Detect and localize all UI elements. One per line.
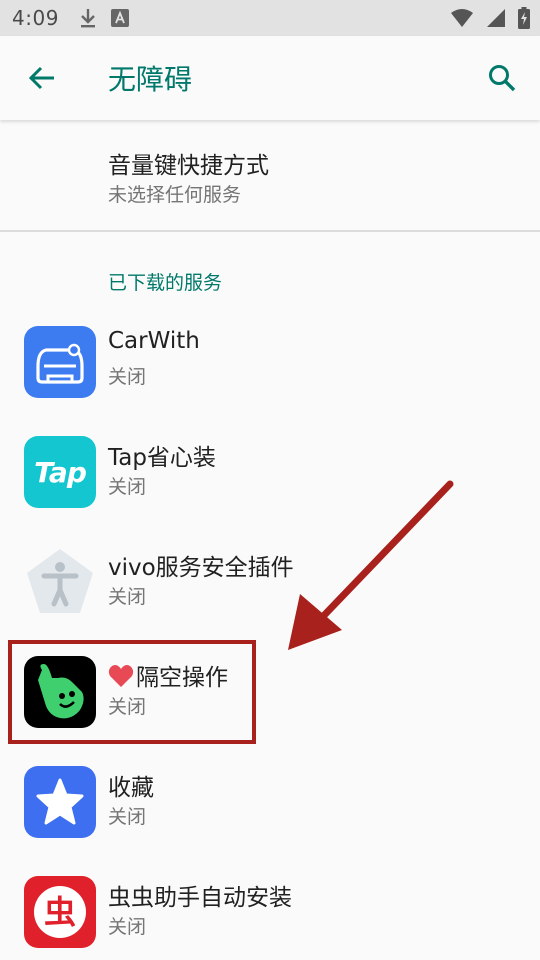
- service-name: CarWith: [108, 328, 200, 354]
- service-item-favorites[interactable]: 收藏 关闭: [0, 750, 540, 860]
- carwith-app-icon: [24, 326, 96, 398]
- service-name: vivo服务安全插件: [108, 555, 294, 581]
- service-status: 关闭: [108, 366, 147, 388]
- search-button[interactable]: [486, 62, 518, 94]
- chongchong-icon-label: 虫: [43, 893, 76, 931]
- wifi-icon: [450, 8, 474, 28]
- service-status: 关闭: [108, 916, 147, 938]
- arrow-back-icon: [28, 66, 54, 90]
- status-bar: 4:09: [0, 0, 540, 36]
- service-status: 关闭: [108, 586, 147, 608]
- tap-icon-label: Tap: [34, 455, 87, 489]
- service-item-carwith[interactable]: CarWith 关闭: [0, 310, 540, 420]
- service-name: 虫虫助手自动安装: [108, 885, 292, 911]
- status-time: 4:09: [12, 6, 59, 30]
- app-bar: 无障碍: [0, 36, 540, 120]
- tap-app-icon: Tap: [24, 436, 96, 508]
- chongchong-app-icon: 虫: [24, 876, 96, 948]
- annotation-arrow-icon: [288, 480, 454, 650]
- download-icon: [79, 8, 97, 28]
- service-status: 关闭: [108, 476, 147, 498]
- cell-signal-icon: [486, 8, 506, 28]
- service-item-chongchong[interactable]: 虫 虫虫助手自动安装 关闭: [0, 860, 540, 960]
- shortcut-subtitle: 未选择任何服务: [108, 184, 242, 206]
- page-title: 无障碍: [108, 63, 193, 96]
- service-status: 关闭: [108, 806, 147, 828]
- shortcut-title: 音量键快捷方式: [108, 153, 269, 179]
- text-a-icon: [110, 9, 129, 27]
- service-name: Tap省心装: [108, 445, 216, 471]
- volume-shortcut-item[interactable]: 音量键快捷方式 未选择任何服务: [0, 130, 540, 230]
- search-icon: [489, 65, 516, 92]
- star-app-icon: [24, 766, 96, 838]
- highlight-box: [8, 640, 256, 744]
- divider: [0, 230, 540, 232]
- service-name: 收藏: [108, 775, 154, 801]
- accessibility-app-icon: [24, 546, 96, 618]
- battery-charging-icon: [518, 7, 530, 29]
- back-button[interactable]: [26, 62, 58, 94]
- section-header: 已下载的服务: [108, 272, 223, 294]
